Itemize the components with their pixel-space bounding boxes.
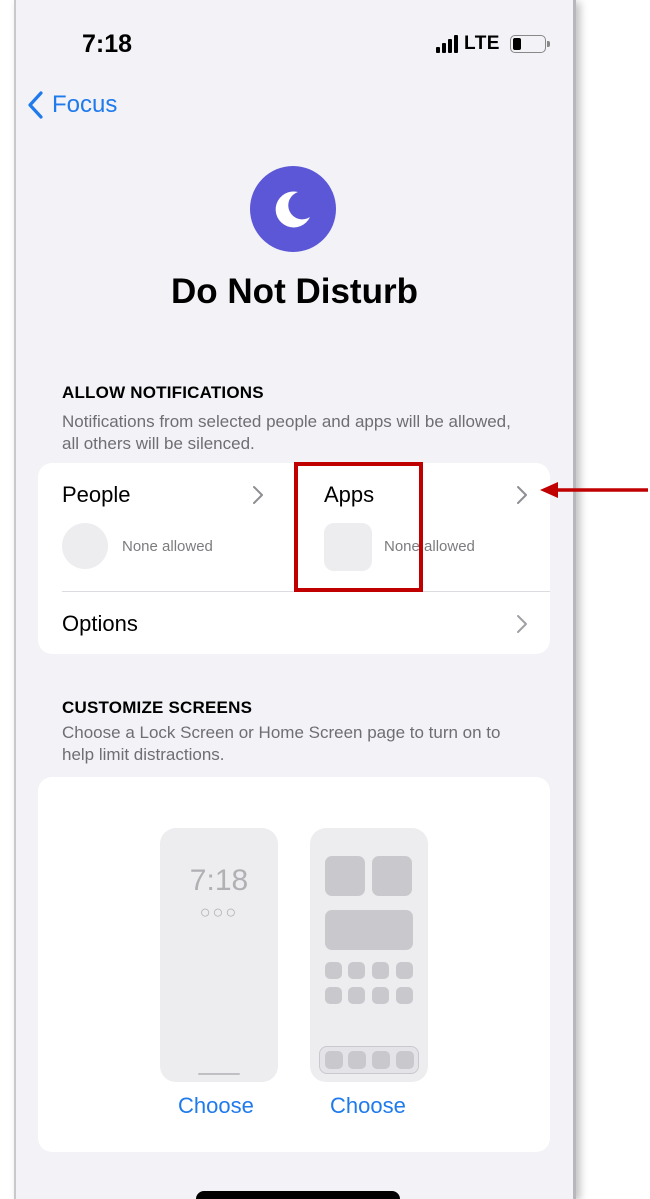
lock-screen-widgets: ○○○	[199, 902, 239, 922]
app-block	[348, 962, 365, 979]
back-button[interactable]: Focus	[26, 90, 117, 120]
chevron-left-icon	[28, 91, 43, 119]
choose-home-screen-button[interactable]: Choose	[330, 1093, 406, 1119]
app-block	[325, 987, 342, 1004]
dock	[319, 1046, 419, 1074]
people-avatar-placeholder	[62, 523, 108, 569]
network-type: LTE	[464, 33, 500, 54]
people-cell[interactable]: People None allowed	[38, 463, 294, 591]
back-label: Focus	[52, 91, 118, 118]
arrow-pointer-icon	[540, 482, 648, 498]
phone-screen: 7:18 LTE Focus Do Not Disturb ALLOW NOTI…	[14, 0, 576, 1199]
home-indicator-bar	[196, 1191, 400, 1199]
customize-screens-card: 7:18 ○○○ Choose Choose	[38, 777, 550, 1152]
app-block	[372, 987, 389, 1004]
allow-notifications-description: Notifications from selected people and a…	[62, 412, 511, 453]
options-label: Options	[62, 611, 138, 636]
people-label: People	[62, 482, 131, 507]
chevron-right-icon	[252, 485, 264, 505]
lock-screen-time: 7:18	[189, 864, 249, 897]
app-block	[396, 962, 413, 979]
chevron-right-icon	[516, 485, 528, 505]
status-time: 7:18	[82, 30, 133, 58]
allow-notifications-heading: ALLOW NOTIFICATIONS	[62, 383, 264, 402]
widget-block	[325, 910, 413, 950]
app-block	[372, 962, 389, 979]
app-block	[396, 987, 413, 1004]
widget-block	[372, 856, 412, 896]
battery-icon	[509, 35, 550, 53]
app-block	[348, 987, 365, 1004]
customize-screens-heading: CUSTOMIZE SCREENS	[62, 698, 253, 717]
highlight-box	[294, 462, 423, 592]
chevron-right-icon	[516, 614, 528, 634]
signal-icon	[436, 35, 458, 53]
lock-screen-preview[interactable]: 7:18 ○○○	[160, 828, 278, 1082]
home-indicator	[198, 1073, 240, 1075]
moon-icon	[250, 166, 336, 252]
people-status: None allowed	[122, 538, 213, 555]
home-screen-preview[interactable]	[310, 828, 428, 1082]
status-indicators: LTE	[436, 33, 550, 55]
options-cell[interactable]: Options	[38, 592, 550, 654]
app-block	[325, 962, 342, 979]
page-title: Do Not Disturb	[171, 272, 418, 311]
widget-block	[325, 856, 365, 896]
choose-lock-screen-button[interactable]: Choose	[178, 1093, 254, 1119]
customize-screens-description: Choose a Lock Screen or Home Screen page…	[62, 723, 501, 764]
